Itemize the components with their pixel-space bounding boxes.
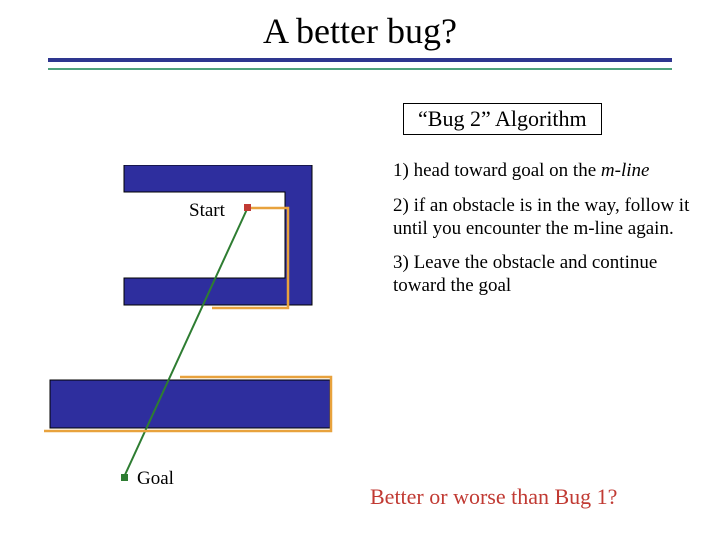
title-underline	[48, 58, 672, 70]
obstacle-upper	[124, 165, 312, 305]
step-1: 1) head toward goal on the m-line	[393, 160, 693, 183]
step-2: 2) if an obstacle is in the way, follow …	[393, 195, 693, 241]
title-bar-thin	[48, 68, 672, 70]
goal-label: Goal	[137, 468, 174, 490]
goal-marker	[121, 474, 128, 481]
slide: A better bug? “Bug 2” Algorithm 1) head …	[0, 0, 720, 540]
algorithm-name-box: “Bug 2” Algorithm	[403, 103, 602, 135]
m-line	[124, 207, 248, 477]
bug2-diagram: Start Goal	[44, 165, 364, 495]
start-label: Start	[189, 200, 225, 222]
slide-title: A better bug?	[0, 10, 720, 52]
step-3: 3) Leave the obstacle and continue towar…	[393, 252, 693, 298]
algorithm-steps: 1) head toward goal on the m-line 2) if …	[393, 160, 693, 310]
step-1-mline: m-line	[601, 160, 650, 181]
start-marker	[244, 204, 251, 211]
obstacle-lower	[50, 380, 330, 428]
footer-question: Better or worse than Bug 1?	[370, 484, 617, 510]
title-bar-thick	[48, 58, 672, 62]
step-1-text: 1) head toward goal on the	[393, 160, 601, 181]
